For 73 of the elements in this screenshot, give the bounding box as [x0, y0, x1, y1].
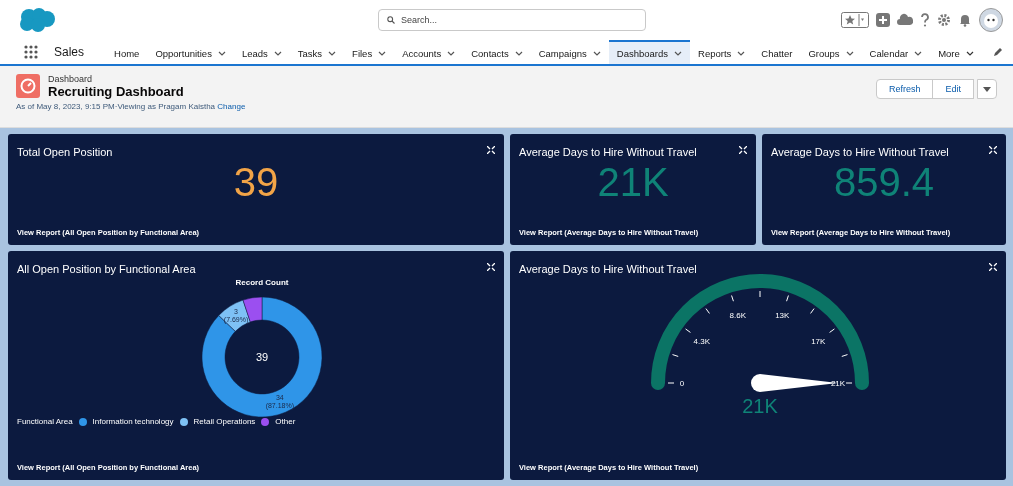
chevron-down-icon[interactable] [674, 50, 682, 56]
expand-icon[interactable] [989, 146, 997, 154]
page-eyebrow: Dashboard [48, 74, 94, 84]
nav-tab[interactable]: Dashboards [608, 40, 690, 64]
cloud-icon[interactable] [897, 13, 913, 27]
card-title: All Open Position by Functional Area [17, 263, 196, 275]
chevron-down-icon[interactable] [737, 50, 746, 56]
legend-label: Other [275, 417, 296, 426]
cloud-logo [18, 7, 56, 33]
chevron-down-icon[interactable] [217, 50, 226, 56]
donut-center-value: 39 [255, 351, 269, 363]
card-title: Total Open Position [17, 146, 113, 158]
nav-tab[interactable]: Reports [690, 40, 754, 64]
expand-icon[interactable] [739, 146, 747, 154]
app-launcher-icon[interactable] [24, 45, 38, 59]
legend-label: Information technology [92, 417, 174, 426]
plus-icon[interactable] [876, 13, 890, 27]
change-link[interactable]: Change [217, 102, 246, 111]
nav-tab[interactable]: Leads [233, 40, 290, 64]
gauge-tick-label: 21K [830, 379, 846, 388]
gauge-tick-label: 8.6K [729, 310, 746, 320]
legend-label: Retail Operations [193, 417, 256, 426]
expand-icon[interactable] [487, 263, 495, 271]
header-button[interactable]: Refresh [875, 79, 934, 99]
search-field[interactable]: Search... [378, 9, 646, 31]
gauge-tick-label: 4.3K [693, 336, 710, 346]
settings-icon[interactable] [937, 13, 951, 27]
expand-icon[interactable] [487, 146, 495, 154]
nav-tab[interactable]: Calendar [861, 40, 931, 64]
card-title: Average Days to Hire Without Travel [771, 146, 949, 158]
nav-tab[interactable]: Opportunities [147, 40, 234, 64]
nav-tab[interactable]: Contacts [463, 40, 531, 64]
chevron-down-icon[interactable] [514, 50, 523, 56]
metric-value: 859.4 [833, 160, 935, 205]
nav-tab[interactable]: Files [344, 40, 395, 64]
avatar-icon[interactable] [979, 8, 1003, 32]
nav-tab[interactable]: Tasks [289, 40, 345, 64]
search-icon [387, 16, 395, 24]
caret-down-icon [983, 86, 991, 92]
chevron-down-icon[interactable] [592, 50, 601, 56]
chevron-down-icon[interactable] [914, 50, 923, 56]
gauge-tick-label: 17K [811, 336, 826, 346]
header-button[interactable]: Edit [932, 79, 974, 99]
nav-tab[interactable]: Chatter [753, 40, 801, 64]
chevron-down-icon[interactable] [845, 50, 854, 56]
bell-icon[interactable] [958, 13, 972, 27]
help-icon[interactable] [920, 13, 930, 27]
chevron-down-icon[interactable] [328, 50, 337, 56]
metric-value: 39 [233, 160, 279, 205]
legend-title: Functional Area [17, 417, 73, 426]
nav-tab[interactable]: Home [106, 40, 148, 64]
nav-tab[interactable]: Groups [800, 40, 862, 64]
gauge-value: 21K [742, 395, 778, 417]
gauge-tick-label: 0 [679, 379, 685, 388]
nav-tab[interactable]: More [930, 40, 982, 64]
chart-title: Record Count [235, 278, 289, 287]
gauge-tick-label: 13K [775, 310, 790, 320]
chevron-down-icon[interactable] [965, 50, 974, 56]
edit-pencil-icon[interactable] [993, 47, 1003, 57]
chevron-down-icon[interactable] [447, 50, 456, 56]
chevron-down-icon[interactable] [273, 50, 282, 56]
nav-tab[interactable]: Campaigns [530, 40, 609, 64]
dashboard-gauge-icon [16, 74, 40, 98]
card-title: Average Days to Hire Without Travel [519, 263, 697, 275]
card-title: Average Days to Hire Without Travel [519, 146, 697, 158]
app-name: Sales [54, 45, 85, 59]
more-actions-button[interactable] [977, 79, 997, 99]
metric-value: 21K [597, 160, 669, 205]
page-subtitle: As of May 8, 2023, 9:15 PM·Viewing as Pragam Kaistha [16, 102, 216, 111]
chevron-down-icon[interactable] [378, 50, 387, 56]
page-title: Recruiting Dashboard [48, 84, 185, 99]
expand-icon[interactable] [989, 263, 997, 271]
nav-tab[interactable]: Accounts [394, 40, 464, 64]
